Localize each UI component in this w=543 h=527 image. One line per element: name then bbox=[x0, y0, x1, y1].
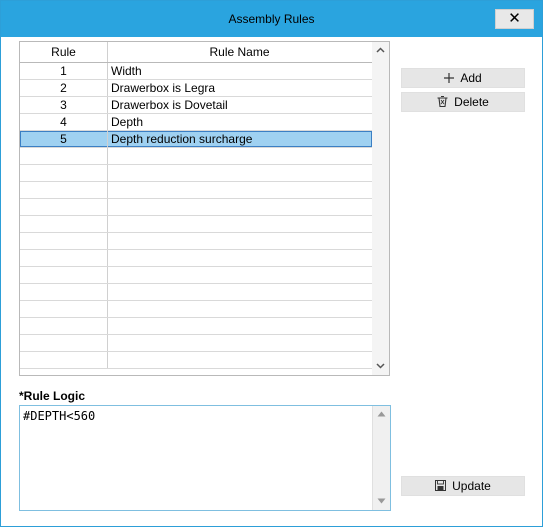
grid-rows: 1 Width 2 Drawerbox is Legra 3 Drawerbox… bbox=[20, 63, 372, 369]
empty-cell bbox=[111, 267, 369, 283]
empty-cell bbox=[20, 199, 108, 215]
update-button-label: Update bbox=[452, 479, 491, 493]
empty-cell bbox=[111, 352, 369, 368]
table-row-selected[interactable]: 5 Depth reduction surcharge bbox=[20, 131, 372, 148]
window-title: Assembly Rules bbox=[228, 12, 315, 26]
empty-cell bbox=[20, 352, 108, 368]
empty-table-row[interactable] bbox=[20, 182, 372, 199]
empty-table-row[interactable] bbox=[20, 216, 372, 233]
plus-icon bbox=[444, 69, 455, 87]
column-header-rule[interactable]: Rule bbox=[20, 42, 108, 62]
rule-logic-value: #DEPTH<560 bbox=[23, 409, 96, 423]
grid-scrollbar[interactable] bbox=[372, 42, 389, 375]
chevron-down-icon[interactable] bbox=[373, 493, 390, 510]
add-button[interactable]: Add bbox=[401, 68, 525, 88]
empty-cell bbox=[111, 301, 369, 317]
delete-button-label: Delete bbox=[454, 95, 489, 109]
empty-cell bbox=[111, 148, 369, 164]
empty-table-row[interactable] bbox=[20, 233, 372, 250]
rule-number-cell: 1 bbox=[20, 63, 108, 79]
empty-cell bbox=[20, 267, 108, 283]
trash-icon bbox=[437, 93, 448, 111]
column-header-rule-name[interactable]: Rule Name bbox=[108, 42, 371, 62]
title-bar: Assembly Rules ✕ bbox=[1, 1, 542, 37]
empty-cell bbox=[111, 199, 369, 215]
rule-name-cell: Width bbox=[111, 64, 142, 78]
rule-name-cell: Depth reduction surcharge bbox=[111, 132, 253, 146]
table-row[interactable]: 4 Depth bbox=[20, 114, 372, 131]
save-icon bbox=[435, 477, 447, 495]
rules-grid: Rule Rule Name 1 Width 2 Drawerbox is Le… bbox=[19, 41, 390, 376]
logic-scrollbar[interactable] bbox=[372, 406, 390, 510]
empty-cell bbox=[20, 165, 108, 181]
empty-table-row[interactable] bbox=[20, 284, 372, 301]
assembly-rules-dialog: Assembly Rules ✕ Rule Rule Name 1 Width … bbox=[0, 0, 543, 527]
empty-cell bbox=[111, 250, 369, 266]
rule-name-cell: Drawerbox is Dovetail bbox=[111, 98, 228, 112]
empty-table-row[interactable] bbox=[20, 165, 372, 182]
rule-number-cell: 4 bbox=[20, 114, 108, 130]
grid-header: Rule Rule Name bbox=[20, 42, 372, 63]
chevron-up-icon[interactable] bbox=[372, 42, 389, 59]
rule-logic-textarea[interactable]: #DEPTH<560 bbox=[19, 405, 391, 511]
empty-cell bbox=[111, 216, 369, 232]
close-button[interactable]: ✕ bbox=[495, 9, 534, 29]
empty-table-row[interactable] bbox=[20, 335, 372, 352]
empty-cell bbox=[111, 233, 369, 249]
empty-table-row[interactable] bbox=[20, 250, 372, 267]
update-button[interactable]: Update bbox=[401, 476, 525, 496]
empty-cell bbox=[20, 233, 108, 249]
empty-cell bbox=[111, 182, 369, 198]
empty-table-row[interactable] bbox=[20, 318, 372, 335]
table-row[interactable]: 3 Drawerbox is Dovetail bbox=[20, 97, 372, 114]
empty-cell bbox=[111, 318, 369, 334]
rule-number-cell: 5 bbox=[20, 131, 108, 147]
empty-cell bbox=[111, 165, 369, 181]
empty-cell bbox=[20, 318, 108, 334]
empty-table-row[interactable] bbox=[20, 267, 372, 284]
empty-cell bbox=[20, 216, 108, 232]
empty-cell bbox=[20, 335, 108, 351]
empty-table-row[interactable] bbox=[20, 148, 372, 165]
empty-cell bbox=[20, 250, 108, 266]
empty-table-row[interactable] bbox=[20, 352, 372, 369]
chevron-up-icon[interactable] bbox=[373, 406, 390, 423]
rule-number-cell: 2 bbox=[20, 80, 108, 96]
empty-cell bbox=[20, 301, 108, 317]
empty-cell bbox=[111, 335, 369, 351]
rule-name-cell: Depth bbox=[111, 115, 144, 129]
empty-cell bbox=[111, 284, 369, 300]
table-row[interactable]: 1 Width bbox=[20, 63, 372, 80]
chevron-down-icon[interactable] bbox=[372, 358, 389, 375]
empty-table-row[interactable] bbox=[20, 199, 372, 216]
empty-cell bbox=[20, 284, 108, 300]
rule-logic-label: *Rule Logic bbox=[19, 389, 86, 403]
close-icon: ✕ bbox=[508, 10, 521, 27]
empty-table-row[interactable] bbox=[20, 301, 372, 318]
add-button-label: Add bbox=[460, 71, 482, 85]
empty-cell bbox=[20, 148, 108, 164]
delete-button[interactable]: Delete bbox=[401, 92, 525, 112]
empty-cell bbox=[20, 182, 108, 198]
rule-number-cell: 3 bbox=[20, 97, 108, 113]
rule-name-cell: Drawerbox is Legra bbox=[111, 81, 216, 95]
table-row[interactable]: 2 Drawerbox is Legra bbox=[20, 80, 372, 97]
